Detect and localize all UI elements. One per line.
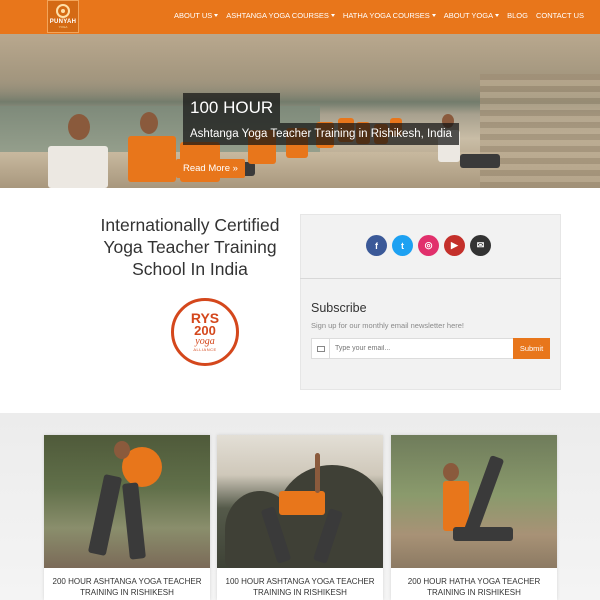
menu-item-about-us[interactable]: ABOUT US <box>174 11 219 20</box>
hero-person-head <box>140 112 158 134</box>
yogi-figure <box>279 491 325 515</box>
envelope-icon <box>312 339 330 358</box>
hero-person <box>460 154 500 168</box>
hero-person-head <box>68 114 90 140</box>
menu-item-blog[interactable]: BLOG <box>507 11 528 20</box>
hero-subtitle: Ashtanga Yoga Teacher Training in Rishik… <box>190 128 452 140</box>
panel-divider <box>300 278 561 279</box>
caret-down-icon <box>214 14 219 17</box>
heading-line: Yoga Teacher Training <box>103 237 277 257</box>
badge-text: ALLIANCE <box>193 347 217 352</box>
heading-line: School In India <box>132 259 248 279</box>
yogi-figure <box>463 455 505 535</box>
course-card[interactable]: 100 HOUR ASHTANGA YOGA TEACHER TRAINING … <box>217 435 383 600</box>
twitter-icon[interactable]: t <box>392 235 413 256</box>
logo[interactable]: PUNYAH YOGA <box>47 0 79 33</box>
hero-banner: 100 HOUR Ashtanga Yoga Teacher Training … <box>0 34 600 188</box>
menu-label: ASHTANGA YOGA COURSES <box>226 11 329 20</box>
caret-down-icon <box>330 14 335 17</box>
caret-down-icon <box>495 14 500 17</box>
course-card-image[interactable] <box>44 435 210 568</box>
heading-line: Internationally Certified <box>100 215 280 235</box>
course-card-image[interactable] <box>217 435 383 568</box>
yogi-figure <box>453 527 513 541</box>
email-input[interactable] <box>330 345 510 352</box>
menu-item-ashtanga-courses[interactable]: ASHTANGA YOGA COURSES <box>226 11 335 20</box>
facebook-icon[interactable]: f <box>366 235 387 256</box>
main-menu: ABOUT US ASHTANGA YOGA COURSES HATHA YOG… <box>174 11 584 20</box>
hero-ghat-steps <box>480 74 600 188</box>
social-links: f t ◎ ▶ ✉ <box>366 235 491 256</box>
rys-200-badge: RYS 200 yoga ALLIANCE <box>171 298 239 366</box>
menu-item-about-yoga[interactable]: ABOUT YOGA <box>443 11 500 20</box>
email-icon[interactable]: ✉ <box>470 235 491 256</box>
submit-button[interactable]: Submit <box>513 338 550 359</box>
yogi-figure <box>122 482 146 560</box>
menu-item-hatha-courses[interactable]: HATHA YOGA COURSES <box>343 11 436 20</box>
menu-label: CONTACT US <box>535 11 584 20</box>
email-field-wrapper <box>311 338 514 359</box>
hero-person <box>48 146 108 188</box>
subscribe-description: Sign up for our monthly email newsletter… <box>311 321 464 330</box>
caret-down-icon <box>431 14 436 17</box>
logo-subtext: YOGA <box>58 25 68 29</box>
hero-title: 100 HOUR <box>190 98 274 117</box>
hero-title-box: 100 HOUR <box>183 93 281 123</box>
subscribe-title: Subscribe <box>311 301 367 315</box>
certification-heading: Internationally Certified Yoga Teacher T… <box>80 214 300 280</box>
yogi-figure <box>87 474 123 556</box>
yogi-arm <box>315 453 320 493</box>
course-card-title[interactable]: 100 HOUR ASHTANGA YOGA TEACHER TRAINING … <box>221 576 379 598</box>
yogi-head <box>443 463 459 481</box>
course-card-image[interactable] <box>391 435 557 568</box>
menu-label: ABOUT YOGA <box>443 11 494 20</box>
badge-text: yoga <box>195 336 215 347</box>
yogi-head <box>114 441 130 459</box>
menu-label: ABOUT US <box>174 11 213 20</box>
instagram-icon[interactable]: ◎ <box>418 235 439 256</box>
course-card-title[interactable]: 200 HOUR ASHTANGA YOGA TEACHER TRAINING … <box>48 576 206 598</box>
course-card[interactable]: 200 HOUR ASHTANGA YOGA TEACHER TRAINING … <box>44 435 210 600</box>
menu-item-contact-us[interactable]: CONTACT US <box>536 11 584 20</box>
hero-subtitle-box: Ashtanga Yoga Teacher Training in Rishik… <box>183 123 459 145</box>
course-card-title[interactable]: 200 HOUR HATHA YOGA TEACHER TRAINING IN … <box>395 576 553 598</box>
hero-person <box>128 136 176 182</box>
youtube-icon[interactable]: ▶ <box>444 235 465 256</box>
read-more-button[interactable]: Read More » <box>176 159 245 178</box>
course-card[interactable]: 200 HOUR HATHA YOGA TEACHER TRAINING IN … <box>391 435 557 600</box>
menu-label: BLOG <box>507 11 528 20</box>
top-navbar: PUNYAH YOGA ABOUT US ASHTANGA YOGA COURS… <box>0 0 600 34</box>
logo-mandala-icon <box>56 4 70 18</box>
menu-label: HATHA YOGA COURSES <box>342 11 430 20</box>
